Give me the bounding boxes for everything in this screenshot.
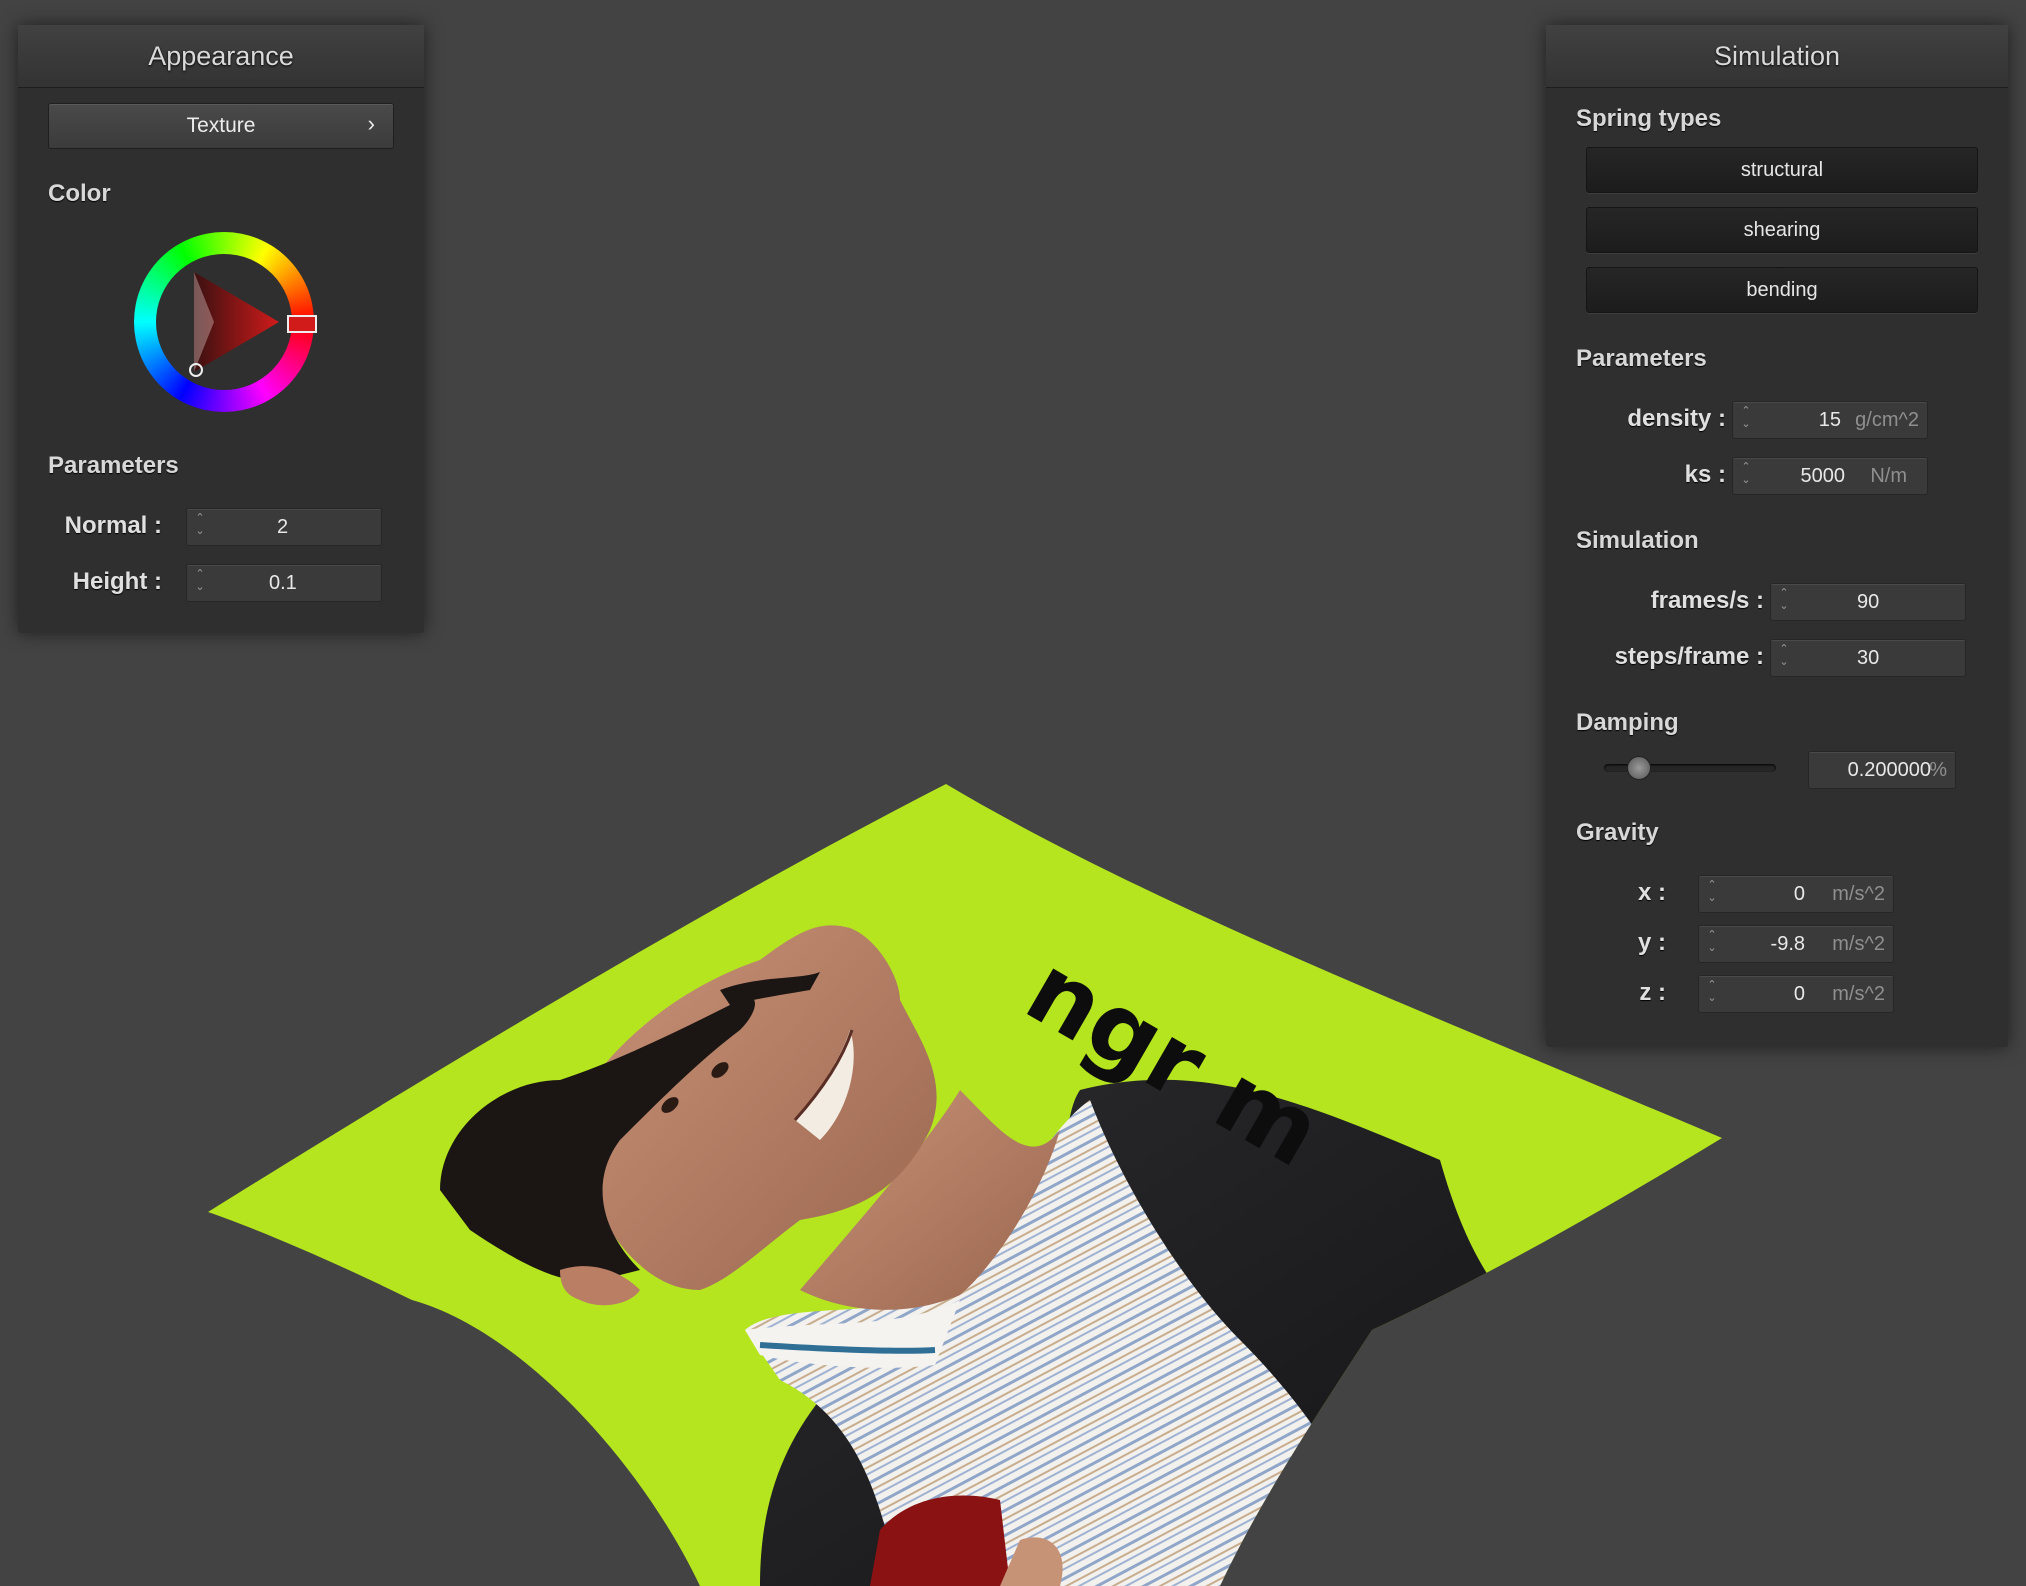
simulation-panel-title: Simulation (1546, 25, 2008, 88)
gravity-z-input[interactable]: ⌃ ⌄ 0 m/s^2 (1698, 975, 1894, 1013)
gravity-section-label: Gravity (1576, 819, 1659, 846)
color-wheel[interactable] (134, 232, 317, 412)
spring-bending-button[interactable]: bending (1586, 267, 1978, 313)
normal-input[interactable]: ⌃ ⌄ 2 (186, 508, 382, 546)
spinner-icon[interactable]: ⌃ ⌄ (193, 568, 207, 598)
damping-section-label: Damping (1576, 709, 1679, 736)
simulation-section-label: Simulation (1576, 527, 1699, 554)
gravity-y-label: y : (1637, 929, 1666, 956)
ks-label: ks : (1684, 461, 1726, 488)
appearance-panel: Appearance Texture › Color Parameters No… (18, 25, 424, 633)
spinner-icon[interactable]: ⌃ ⌄ (193, 512, 207, 542)
spinner-icon[interactable]: ⌃ ⌄ (1739, 461, 1753, 491)
appearance-panel-title: Appearance (18, 25, 424, 88)
density-input[interactable]: ⌃ ⌄ 15 g/cm^2 (1732, 401, 1928, 439)
steps-label: steps/frame : (1614, 643, 1764, 670)
height-label: Height : (72, 568, 162, 595)
texture-button[interactable]: Texture › (48, 103, 394, 149)
fps-label: frames/s : (1650, 587, 1764, 614)
appearance-parameters-label: Parameters (48, 452, 179, 479)
spinner-icon[interactable]: ⌃ ⌄ (1777, 587, 1791, 617)
gravity-x-input[interactable]: ⌃ ⌄ 0 m/s^2 (1698, 875, 1894, 913)
spring-types-label: Spring types (1576, 105, 1722, 132)
chevron-right-icon: › (367, 111, 375, 136)
texture-button-label: Texture (186, 114, 256, 137)
simulation-parameters-label: Parameters (1576, 345, 1707, 372)
fps-input[interactable]: ⌃ ⌄ 90 (1770, 583, 1966, 621)
spinner-icon[interactable]: ⌃ ⌄ (1705, 979, 1719, 1009)
ks-input[interactable]: ⌃ ⌄ 5000 N/m (1732, 457, 1928, 495)
damping-slider-knob[interactable] (1627, 756, 1652, 780)
gravity-x-label: x : (1637, 879, 1666, 906)
height-input[interactable]: ⌃ ⌄ 0.1 (186, 564, 382, 602)
density-label: density : (1627, 405, 1726, 432)
hue-handle[interactable] (287, 315, 317, 333)
spring-structural-button[interactable]: structural (1586, 147, 1978, 193)
spinner-icon[interactable]: ⌃ ⌄ (1739, 405, 1753, 435)
color-section-label: Color (48, 180, 111, 207)
damping-slider[interactable] (1604, 756, 1776, 780)
spring-shearing-button[interactable]: shearing (1586, 207, 1978, 253)
damping-input[interactable]: 0.200000 % (1808, 751, 1956, 789)
normal-label: Normal : (64, 512, 162, 539)
simulation-panel: Simulation Spring types structural shear… (1546, 25, 2008, 1047)
spinner-icon[interactable]: ⌃ ⌄ (1705, 929, 1719, 959)
spinner-icon[interactable]: ⌃ ⌄ (1777, 643, 1791, 673)
steps-input[interactable]: ⌃ ⌄ 30 (1770, 639, 1966, 677)
gravity-y-input[interactable]: ⌃ ⌄ -9.8 m/s^2 (1698, 925, 1894, 963)
spinner-icon[interactable]: ⌃ ⌄ (1705, 879, 1719, 909)
gravity-z-label: z : (1639, 979, 1666, 1006)
